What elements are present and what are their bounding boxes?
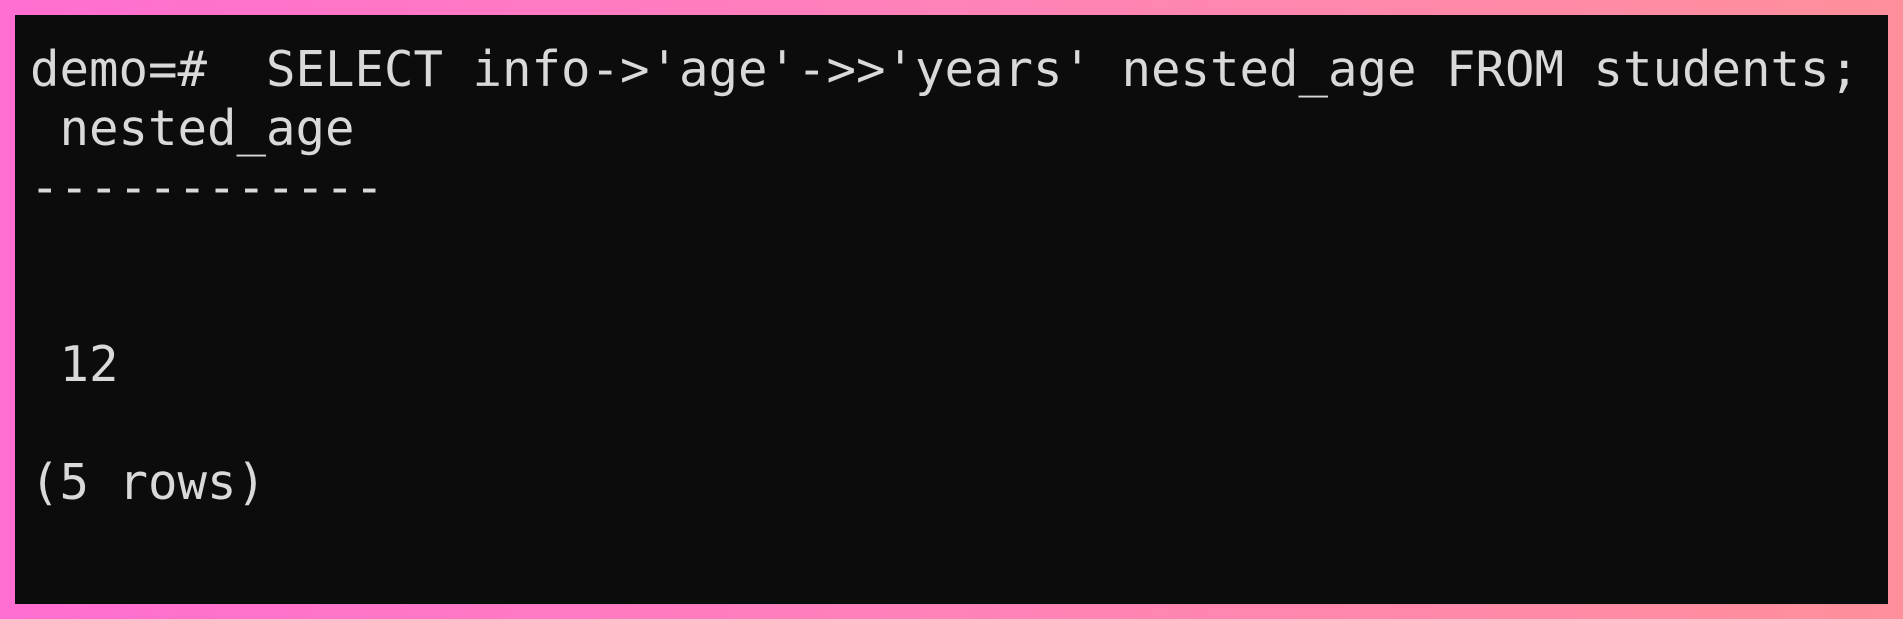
terminal-window[interactable]: demo=# SELECT info->'age'->>'years' nest… (15, 15, 1888, 604)
result-header-separator: ------------ (30, 159, 385, 216)
sql-prompt-command: demo=# SELECT info->'age'->>'years' nest… (30, 41, 1860, 98)
result-row-empty-2 (30, 276, 1888, 335)
result-row-empty-1 (30, 217, 1888, 276)
result-column-header: nested_age (30, 100, 355, 157)
row-count-footer: (5 rows) (30, 454, 267, 511)
result-row-value: 12 (30, 336, 119, 393)
